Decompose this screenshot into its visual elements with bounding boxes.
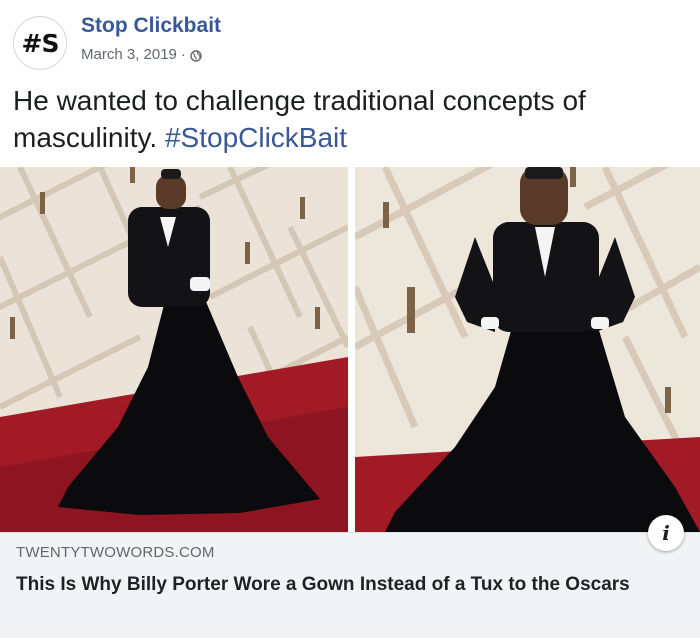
post-meta: March 3, 2019 · [81,46,202,63]
globe-icon[interactable] [190,49,202,62]
meta-separator: · [180,46,186,63]
link-headline[interactable]: This Is Why Billy Porter Wore a Gown Ins… [16,570,676,599]
post-text: He wanted to challenge traditional conce… [13,82,688,156]
info-button[interactable]: i [648,515,684,551]
avatar-text: #S [21,28,60,58]
page-avatar[interactable]: #S [13,16,67,70]
post-date[interactable]: March 3, 2019 [81,46,177,63]
hashtag-link[interactable]: #StopClickBait [165,122,347,153]
info-icon: i [662,521,670,545]
photo-left[interactable] [0,167,348,532]
page-name-link[interactable]: Stop Clickbait [81,14,221,38]
photo-right[interactable] [355,167,700,532]
link-domain: TWENTYTWOWORDS.COM [16,544,215,561]
